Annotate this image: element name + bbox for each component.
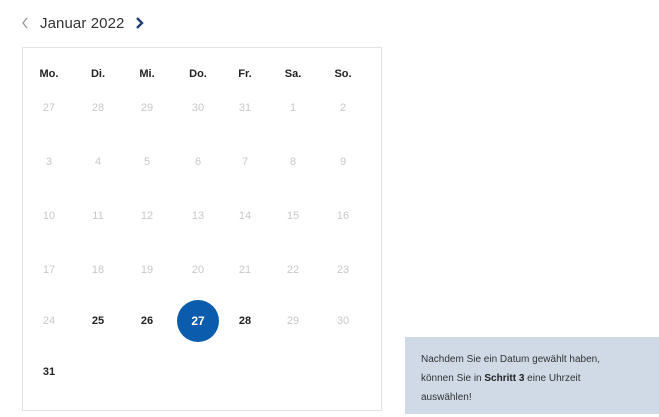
disabled-day: 30 (336, 315, 350, 327)
weekday-label: Fr. (238, 68, 252, 80)
disabled-day: 6 (194, 156, 202, 168)
hint-line-2: können Sie in Schritt 3 eine Uhrzeit (421, 369, 645, 388)
disabled-day: 2 (339, 102, 347, 114)
disabled-day: 31 (238, 102, 252, 114)
available-day[interactable]: 31 (34, 362, 64, 382)
available-day[interactable]: 26 (132, 311, 162, 331)
hint-line-3: auswählen! (421, 392, 472, 403)
weekday-label: Mi. (139, 68, 155, 80)
disabled-day: 1 (289, 102, 297, 114)
hint-box: Nachdem Sie ein Datum gewählt haben, kön… (405, 337, 659, 414)
selected-day[interactable]: 27 (177, 300, 219, 342)
disabled-day: 30 (191, 102, 205, 114)
disabled-day: 4 (94, 156, 102, 168)
disabled-day: 29 (140, 102, 154, 114)
disabled-day: 28 (91, 102, 105, 114)
disabled-day: 29 (286, 315, 300, 327)
disabled-day: 16 (336, 210, 350, 222)
disabled-day: 18 (91, 264, 105, 276)
chevron-right-icon[interactable] (133, 12, 147, 34)
hint-line-1: Nachdem Sie ein Datum gewählt haben, (421, 354, 600, 365)
month-navigation: Januar 2022 (18, 12, 147, 34)
disabled-day: 3 (45, 156, 53, 168)
disabled-day: 8 (289, 156, 297, 168)
weekday-label: Di. (90, 68, 106, 80)
disabled-day: 27 (42, 102, 56, 114)
hint-text-before: können Sie in (421, 373, 485, 384)
disabled-day: 15 (286, 210, 300, 222)
weekday-label: Sa. (284, 68, 302, 80)
disabled-day: 7 (241, 156, 249, 168)
disabled-day: 14 (238, 210, 252, 222)
disabled-day: 19 (140, 264, 154, 276)
disabled-day: 24 (42, 315, 56, 327)
disabled-day: 12 (140, 210, 154, 222)
disabled-day: 22 (286, 264, 300, 276)
disabled-day: 9 (339, 156, 347, 168)
disabled-day: 23 (336, 264, 350, 276)
disabled-day: 13 (191, 210, 205, 222)
disabled-day: 10 (42, 210, 56, 222)
available-day[interactable]: 25 (83, 311, 113, 331)
hint-step-label: Schritt 3 (484, 373, 525, 384)
weekday-label: So. (334, 68, 352, 80)
disabled-day: 20 (191, 264, 205, 276)
disabled-day: 17 (42, 264, 56, 276)
disabled-day: 21 (238, 264, 252, 276)
available-day[interactable]: 28 (230, 311, 260, 331)
hint-text-after: eine Uhrzeit (524, 373, 581, 384)
calendar-grid: Mo. Di. Mi. Do. Fr. Sa. So. 27 28 29 30 31 1 2 3 4 5 6 7 8… (22, 47, 382, 411)
weekday-header-row: Mo. Di. Mi. Do. Fr. Sa. So. (23, 68, 381, 84)
disabled-day: 5 (143, 156, 151, 168)
disabled-day: 11 (92, 210, 104, 222)
chevron-left-icon[interactable] (18, 12, 32, 34)
month-label: Januar 2022 (40, 14, 125, 32)
weekday-label: Do. (189, 68, 207, 80)
weekday-label: Mo. (39, 68, 59, 80)
